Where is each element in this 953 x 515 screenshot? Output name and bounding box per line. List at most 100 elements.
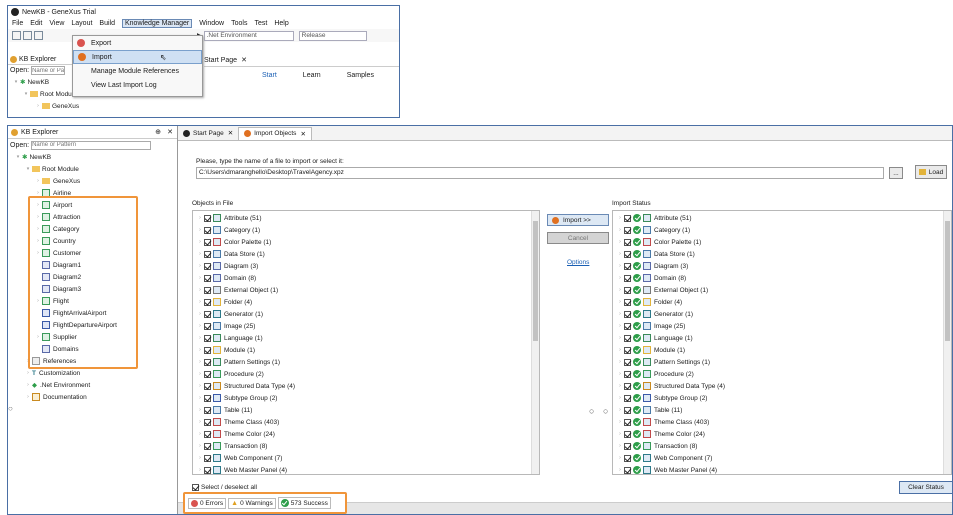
status-row[interactable]: › External Object (1) [613, 284, 951, 296]
status-row[interactable]: › Transaction (8) [613, 440, 951, 452]
checkbox[interactable] [204, 322, 211, 330]
checkbox[interactable] [624, 226, 631, 234]
select-all-row[interactable]: Select / deselect all [192, 484, 257, 491]
menu-help[interactable]: Help [274, 20, 288, 27]
top-tree-genexus[interactable]: GeneXus [52, 103, 79, 110]
status-row[interactable]: › Table (11) [613, 404, 951, 416]
close-icon[interactable]: ✕ [167, 128, 173, 136]
learn-link[interactable]: Learn [303, 72, 321, 79]
checkbox[interactable] [624, 454, 631, 462]
expand-icon[interactable]: › [196, 383, 204, 389]
status-scrollbar[interactable] [943, 211, 951, 474]
success-badge[interactable]: 573 Success [277, 497, 331, 509]
kb-open-input[interactable] [31, 140, 152, 150]
menu-edit[interactable]: Edit [30, 20, 42, 27]
status-row[interactable]: › Structured Data Type (4) [613, 380, 951, 392]
expand-icon[interactable]: › [616, 455, 624, 461]
expand-icon[interactable]: › [616, 383, 624, 389]
expand-icon[interactable]: › [196, 371, 204, 377]
expand-icon[interactable]: › [196, 455, 204, 461]
select-all-checkbox[interactable] [192, 484, 199, 491]
checkbox[interactable] [624, 370, 631, 378]
status-row[interactable]: › Web Component (7) [613, 452, 951, 464]
object-row[interactable]: › Pattern Settings (1) [193, 356, 539, 368]
expand-icon[interactable]: › [616, 431, 624, 437]
status-row[interactable]: › Procedure (2) [613, 368, 951, 380]
object-row[interactable]: › Language (1) [193, 332, 539, 344]
pin-icon[interactable]: ⊕ [155, 128, 161, 136]
checkbox[interactable] [204, 250, 211, 258]
status-row[interactable]: › Pattern Settings (1) [613, 356, 951, 368]
expand-icon[interactable]: › [616, 251, 624, 257]
close-icon[interactable]: ✕ [228, 129, 233, 137]
status-scrollbar-thumb[interactable] [945, 221, 950, 341]
checkbox[interactable] [204, 358, 211, 366]
top-start-tab[interactable]: Start Page [204, 57, 237, 64]
status-row[interactable]: › Theme Class (403) [613, 416, 951, 428]
expand-icon[interactable]: › [196, 323, 204, 329]
object-row[interactable]: › Color Palette (1) [193, 236, 539, 248]
status-row[interactable]: › Theme Color (24) [613, 428, 951, 440]
object-row[interactable]: › Category (1) [193, 224, 539, 236]
status-row[interactable]: › Diagram (3) [613, 260, 951, 272]
checkbox[interactable] [624, 274, 631, 282]
objects-in-file-list[interactable]: › Attribute (51) › Category (1) › Color Palet… [192, 210, 540, 475]
expand-icon[interactable]: › [196, 407, 204, 413]
top-tree-root[interactable]: NewKB [27, 79, 49, 86]
checkbox[interactable] [204, 274, 211, 282]
checkbox[interactable] [204, 430, 211, 438]
menu-tools[interactable]: Tools [231, 20, 247, 27]
object-row[interactable]: › Transaction (8) [193, 440, 539, 452]
expand-icon[interactable]: › [196, 239, 204, 245]
close-icon[interactable]: ✕ [300, 130, 305, 138]
object-row[interactable]: › Data Store (1) [193, 248, 539, 260]
menu-knowledge-manager[interactable]: Knowledge Manager [122, 19, 193, 28]
start-link[interactable]: Start [262, 72, 277, 79]
expand-icon[interactable]: › [616, 335, 624, 341]
status-row[interactable]: › Module (1) [613, 344, 951, 356]
load-button[interactable]: Load [915, 165, 947, 179]
checkbox[interactable] [624, 406, 631, 414]
checkbox[interactable] [204, 334, 211, 342]
status-row[interactable]: › Subtype Group (2) [613, 392, 951, 404]
status-row[interactable]: › Generator (1) [613, 308, 951, 320]
checkbox[interactable] [624, 442, 631, 450]
status-row[interactable]: › Domain (8) [613, 272, 951, 284]
expand-icon[interactable]: › [616, 467, 624, 473]
checkbox[interactable] [624, 466, 631, 474]
checkbox[interactable] [204, 406, 211, 414]
status-row[interactable]: › Category (1) [613, 224, 951, 236]
menu-import[interactable]: Import ⇖ [73, 50, 202, 64]
expand-icon[interactable]: › [616, 287, 624, 293]
expand-icon[interactable]: › [616, 347, 624, 353]
checkbox[interactable] [204, 418, 211, 426]
checkbox[interactable] [624, 238, 631, 246]
tab-import-objects[interactable]: Import Objects ✕ [238, 126, 312, 140]
checkbox[interactable] [204, 370, 211, 378]
expand-icon[interactable]: › [616, 275, 624, 281]
object-row[interactable]: › Generator (1) [193, 308, 539, 320]
object-row[interactable]: › External Object (1) [193, 284, 539, 296]
status-row[interactable]: › Folder (4) [613, 296, 951, 308]
object-row[interactable]: › Diagram (3) [193, 260, 539, 272]
splitter-handle-icon[interactable]: ○ [589, 406, 594, 416]
expand-icon[interactable]: › [196, 443, 204, 449]
object-row[interactable]: › Theme Color (24) [193, 428, 539, 440]
expand-icon[interactable]: › [196, 395, 204, 401]
expand-icon[interactable]: › [616, 323, 624, 329]
checkbox[interactable] [204, 382, 211, 390]
checkbox[interactable] [204, 442, 211, 450]
checkbox[interactable] [624, 262, 631, 270]
status-row[interactable]: › Web Master Panel (4) [613, 464, 951, 474]
new-icon[interactable] [12, 31, 21, 40]
expand-icon[interactable]: › [196, 431, 204, 437]
expand-icon[interactable]: › [616, 371, 624, 377]
warnings-badge[interactable]: ▲ 0 Warnings [228, 497, 276, 509]
object-row[interactable]: › Attribute (51) [193, 212, 539, 224]
samples-link[interactable]: Samples [347, 72, 374, 79]
expand-icon[interactable]: › [196, 215, 204, 221]
import-button[interactable]: Import >> [547, 214, 609, 226]
options-link[interactable]: Options [567, 259, 589, 266]
expand-icon[interactable]: › [616, 227, 624, 233]
environment-combo[interactable]: .Net Environment [203, 30, 294, 41]
